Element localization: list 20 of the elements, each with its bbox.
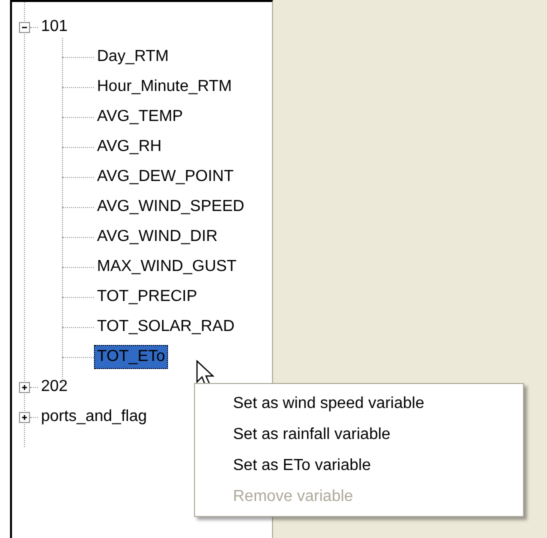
menu-item[interactable]: Set as wind speed variable [195, 388, 523, 419]
tree-item[interactable]: MAX_WIND_GUST [94, 255, 240, 279]
expand-icon[interactable] [19, 382, 30, 392]
expand-icon[interactable] [19, 412, 30, 422]
tree-item[interactable]: 101 [38, 15, 71, 39]
tree-item[interactable]: 202 [38, 375, 71, 399]
menu-item[interactable]: Set as ETo variable [195, 450, 523, 481]
tree-item[interactable]: Hour_Minute_RTM [94, 75, 235, 99]
tree-item[interactable]: Day_RTM [94, 45, 172, 69]
tree-item[interactable]: AVG_WIND_SPEED [94, 195, 248, 219]
tree-item[interactable]: AVG_RH [94, 135, 165, 159]
tree-item[interactable]: TOT_ETo [94, 345, 168, 369]
tree-item[interactable]: AVG_WIND_DIR [94, 225, 221, 249]
tree-item[interactable]: TOT_SOLAR_RAD [94, 315, 238, 339]
tree-item[interactable]: AVG_DEW_POINT [94, 165, 237, 189]
menu-item[interactable]: Set as rainfall variable [195, 419, 523, 450]
tree-item[interactable]: TOT_PRECIP [94, 285, 200, 309]
tree-item[interactable]: ports_and_flag [38, 405, 150, 429]
tree-item[interactable]: AVG_TEMP [94, 105, 186, 129]
collapse-icon[interactable] [19, 22, 30, 32]
